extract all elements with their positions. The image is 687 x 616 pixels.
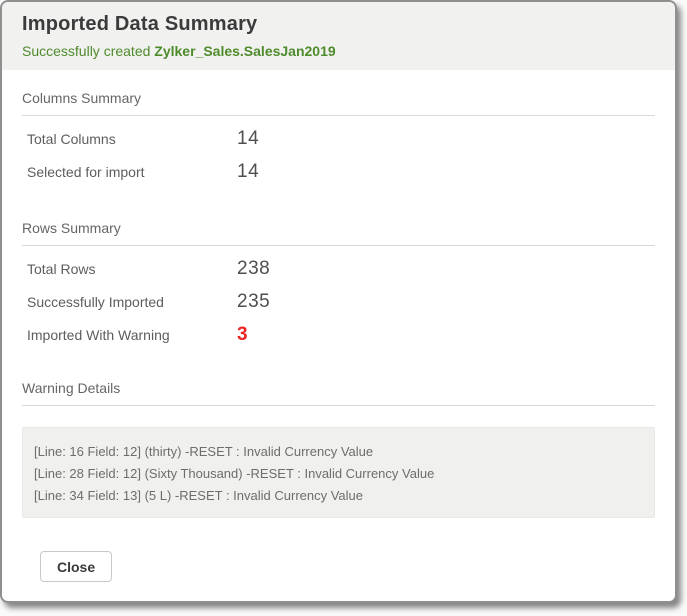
dialog-footer: Close	[22, 518, 655, 582]
columns-summary-rows: Total Columns 14 Selected for import 14	[22, 116, 655, 188]
summary-row-total-columns: Total Columns 14	[22, 122, 655, 155]
dialog-header: Imported Data Summary Successfully creat…	[2, 2, 675, 70]
imported-data-summary-dialog: Imported Data Summary Successfully creat…	[0, 0, 677, 603]
dialog-body: Columns Summary Total Columns 14 Selecte…	[2, 70, 675, 582]
warning-details-section: Warning Details [Line: 16 Field: 12] (th…	[22, 351, 655, 518]
summary-row-label: Successfully Imported	[27, 294, 237, 310]
summary-row-value: 14	[237, 161, 259, 183]
section-divider	[22, 405, 655, 406]
warning-details-heading: Warning Details	[22, 380, 655, 396]
close-button[interactable]: Close	[40, 551, 112, 582]
rows-summary-heading: Rows Summary	[22, 220, 655, 236]
summary-row-label: Selected for import	[27, 164, 237, 180]
summary-row-value: 14	[237, 128, 259, 150]
success-message: Successfully created Zylker_Sales.SalesJ…	[22, 43, 655, 59]
summary-row-label: Total Columns	[27, 131, 237, 147]
rows-summary-section: Rows Summary Total Rows 238 Successfully…	[22, 188, 655, 351]
warning-details-box: [Line: 16 Field: 12] (thirty) -RESET : I…	[22, 427, 655, 518]
summary-row-successfully-imported: Successfully Imported 235	[22, 285, 655, 318]
warning-line: [Line: 34 Field: 13] (5 L) -RESET : Inva…	[34, 485, 639, 507]
rows-summary-rows: Total Rows 238 Successfully Imported 235…	[22, 246, 655, 351]
success-message-prefix: Successfully created	[22, 43, 150, 59]
summary-row-label: Imported With Warning	[27, 327, 237, 343]
columns-summary-section: Columns Summary Total Columns 14 Selecte…	[22, 70, 655, 188]
summary-row-value: 235	[237, 291, 270, 313]
created-table-name: Zylker_Sales.SalesJan2019	[154, 43, 335, 59]
summary-row-value-warning: 3	[237, 324, 248, 346]
summary-row-total-rows: Total Rows 238	[22, 252, 655, 285]
dialog-title: Imported Data Summary	[22, 13, 655, 36]
summary-row-imported-with-warning: Imported With Warning 3	[22, 318, 655, 351]
columns-summary-heading: Columns Summary	[22, 90, 655, 106]
summary-row-value: 238	[237, 258, 270, 280]
summary-row-label: Total Rows	[27, 261, 237, 277]
warning-line: [Line: 28 Field: 12] (Sixty Thousand) -R…	[34, 463, 639, 485]
warning-line: [Line: 16 Field: 12] (thirty) -RESET : I…	[34, 441, 639, 463]
summary-row-selected-for-import: Selected for import 14	[22, 155, 655, 188]
